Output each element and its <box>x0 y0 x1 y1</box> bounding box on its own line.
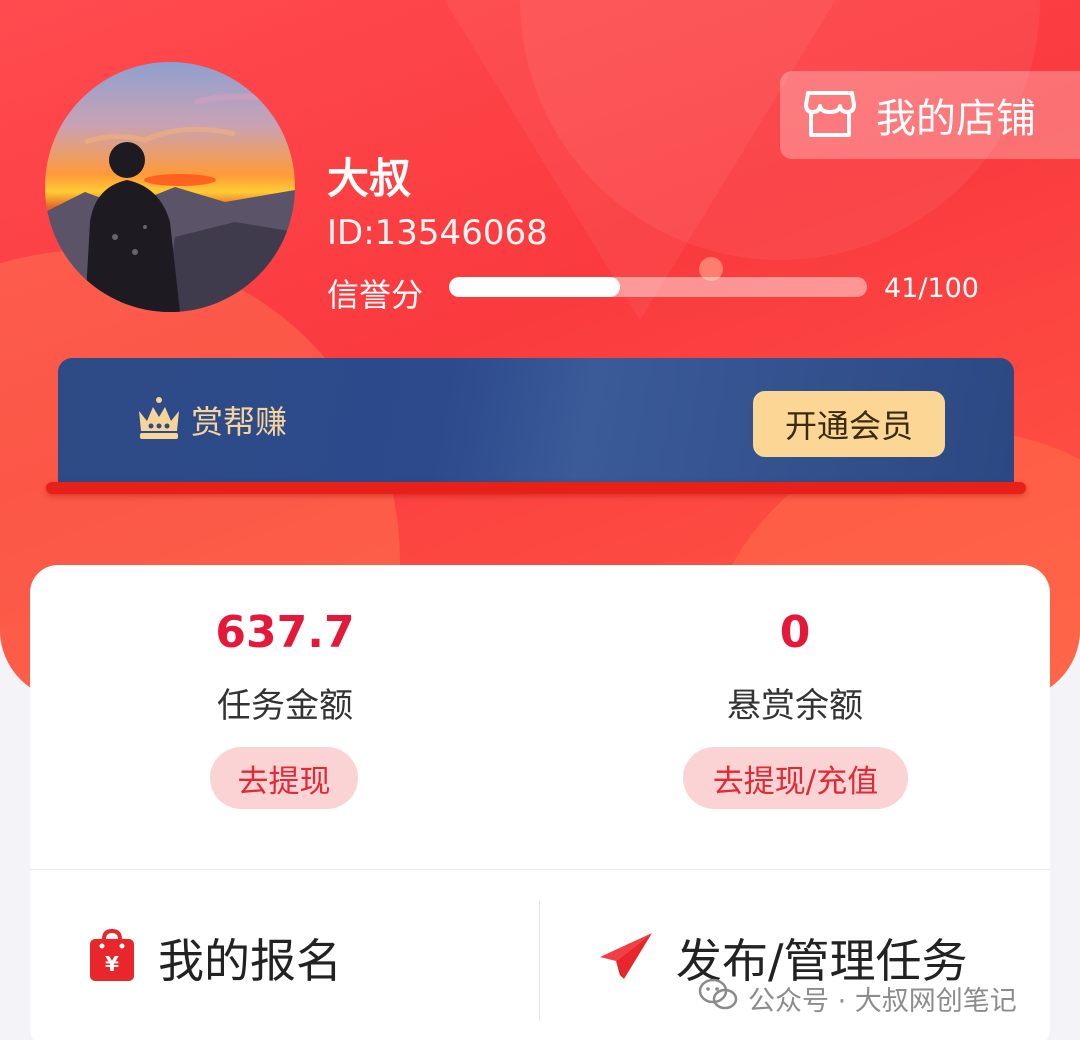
crown-icon <box>135 395 183 445</box>
credit-score-fill <box>449 277 621 297</box>
user-id: ID:13546068 <box>327 213 548 253</box>
withdraw-recharge-button[interactable]: 去提现/充值 <box>683 747 908 809</box>
task-amount-label: 任务金额 <box>217 686 353 726</box>
paper-plane-icon <box>598 931 654 985</box>
credit-score-label: 信誉分 <box>327 276 424 314</box>
vip-banner-shadow <box>46 482 1026 494</box>
my-signups-button[interactable]: ¥ 我的报名 <box>88 925 342 991</box>
shopping-bag-yen-icon: ¥ <box>88 928 136 987</box>
user-name: 大叔 <box>327 154 412 203</box>
vip-brand: 赏帮赚 <box>135 395 287 445</box>
watermark-text: 公众号 · 大叔网创笔记 <box>748 986 1017 1017</box>
task-amount-value: 637.7 <box>215 607 355 658</box>
divider <box>539 901 540 1021</box>
header-decoration <box>420 0 860 320</box>
avatar[interactable] <box>45 62 295 312</box>
vip-brand-label: 赏帮赚 <box>191 403 288 441</box>
reward-balance-label: 悬赏余额 <box>727 686 863 726</box>
wallet-card: 637.7 任务金额 去提现 0 悬赏余额 去提现/充值 ¥ 我的报名 发布/管… <box>30 565 1050 1040</box>
reward-balance-value: 0 <box>779 607 811 658</box>
my-shop-label: 我的店铺 <box>876 96 1036 142</box>
credit-score-value: 41/100 <box>884 273 979 304</box>
my-shop-button[interactable]: 我的店铺 <box>780 71 1080 159</box>
watermark: 公众号 · 大叔网创笔记 <box>698 978 1017 1019</box>
divider <box>30 869 1050 870</box>
store-icon <box>802 85 858 145</box>
open-membership-button[interactable]: 开通会员 <box>753 391 945 457</box>
wechat-icon <box>698 978 738 1019</box>
my-signups-label: 我的报名 <box>158 934 342 988</box>
credit-score-bar <box>449 277 867 297</box>
withdraw-button[interactable]: 去提现 <box>210 747 358 809</box>
svg-text:¥: ¥ <box>105 952 119 976</box>
